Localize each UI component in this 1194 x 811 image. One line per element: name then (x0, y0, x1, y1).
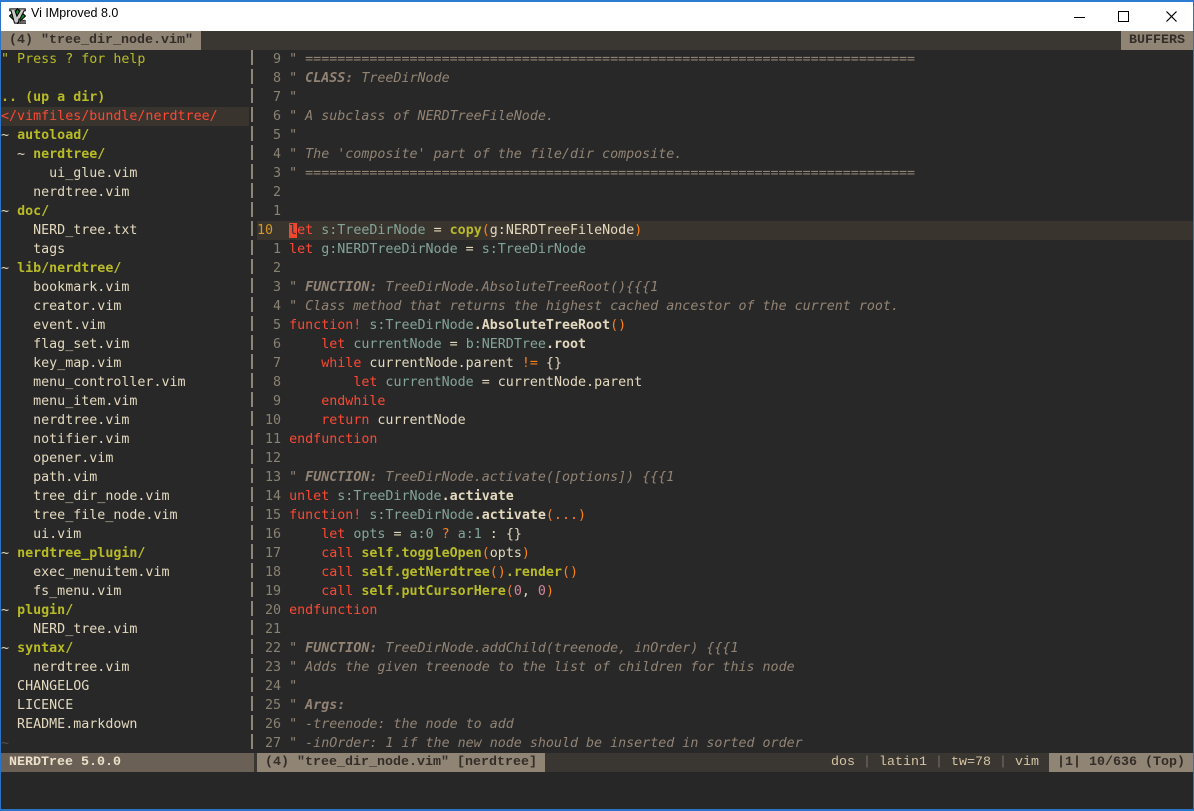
svg-text:im: im (18, 17, 26, 24)
